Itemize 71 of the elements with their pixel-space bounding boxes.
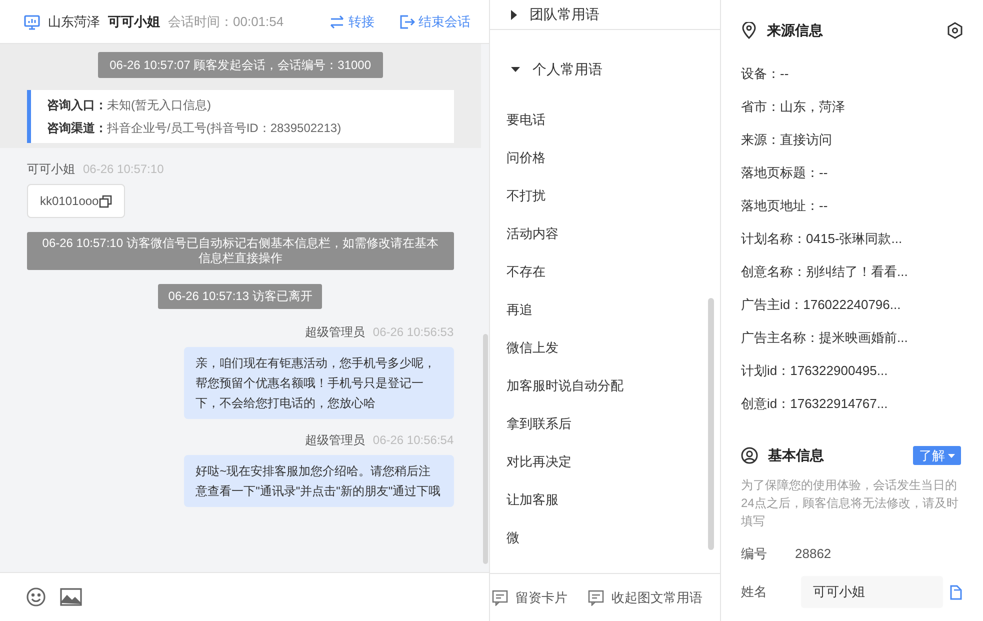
section-title: 来源信息 xyxy=(767,21,824,40)
message-time: 06-26 10:56:54 xyxy=(372,432,454,449)
copy-icon[interactable] xyxy=(98,194,112,208)
location-text: 山东菏泽 xyxy=(48,12,100,31)
message-time: 06-26 10:57:10 xyxy=(83,161,164,178)
message-time: 06-26 10:56:53 xyxy=(372,324,454,341)
info-row-text: 省市：山东，菏泽 xyxy=(741,98,845,116)
system-notice: 06-26 10:57:07 顾客发起会话，会话编号：31000 xyxy=(98,52,384,78)
group-toggle[interactable]: 个人常用语 xyxy=(490,41,720,97)
sender-name: 超级管理员 xyxy=(304,324,365,341)
phrase-item[interactable]: 不存在 xyxy=(490,253,563,291)
system-notice: 06-26 10:57:10 访客微信号已自动标记右侧基本信息栏，如需修改请在基本信息栏直接操作 xyxy=(27,232,454,270)
field-value: 抖音企业号/员工号(抖音号ID：2839502213) xyxy=(107,120,342,137)
location-pin-icon xyxy=(741,22,757,39)
section-title: 基本信息 xyxy=(768,446,825,465)
field-label: 姓名 xyxy=(741,583,768,602)
info-row-text: 广告主名称：提米映画婚前... xyxy=(741,328,908,347)
info-row-text: 计划名称：0415-张琳同款... xyxy=(741,230,902,248)
group-label: 个人常用语 xyxy=(532,60,603,78)
phrase-item[interactable]: 对比再决定 xyxy=(490,443,589,481)
phrase-item[interactable]: 不打扰 xyxy=(490,177,563,215)
field-value: 未知(暂无入口信息) xyxy=(107,97,211,114)
phrase-item[interactable]: 让加客服 xyxy=(490,481,576,519)
caret-right-icon xyxy=(510,10,518,20)
exit-icon xyxy=(398,14,415,30)
system-notice: 06-26 10:57:13 访客已离开 xyxy=(158,284,322,309)
footer-button[interactable]: 收起图文常用语 xyxy=(588,588,703,608)
info-row-text: 计划id：176322900495... xyxy=(741,362,888,380)
info-row-text: 落地页标题：-- xyxy=(741,164,828,182)
field-label: 编号 xyxy=(741,545,768,564)
info-row-text: 创意名称：别纠结了！看看... xyxy=(741,262,908,281)
group-toggle[interactable]: 团队常用语 xyxy=(490,0,720,30)
caret-down-icon xyxy=(510,65,521,73)
footer-button[interactable]: 留资卡片 xyxy=(492,588,568,608)
phrase-item[interactable]: 微 xyxy=(490,519,537,557)
field-label: 咨询入口： xyxy=(47,97,107,114)
message-bubble: 好哒~现在安排客服加您介绍哈。请您稍后注意查看一下"通讯录"并点击"新的朋友"通过下哦 xyxy=(184,455,454,507)
scrollbar[interactable] xyxy=(482,334,488,564)
emoji-icon[interactable] xyxy=(26,587,46,607)
input-field[interactable]: 可可小姐 xyxy=(801,576,943,608)
visitor-name: 可可小姐 xyxy=(108,12,160,31)
info-row-text: 创意id：176322914767... xyxy=(741,394,888,413)
settings-icon[interactable] xyxy=(947,22,963,39)
sender-name: 可可小姐 xyxy=(27,161,75,178)
image-icon[interactable] xyxy=(60,588,82,606)
phrase-item[interactable]: 微信上发 xyxy=(490,329,576,367)
phrase-item[interactable]: 活动内容 xyxy=(490,215,576,253)
phrase-item[interactable]: 加客服时说自动分配 xyxy=(490,367,641,405)
session-time: 会话时间：00:01:54 xyxy=(168,12,284,31)
sender-name: 超级管理员 xyxy=(304,432,365,449)
field-label: 咨询渠道： xyxy=(47,120,107,137)
phrase-item[interactable]: 拿到联系后 xyxy=(490,405,589,443)
notice-text: 为了保障您的使用体验，会话发生当日的24点之后，顾客信息将无法修改，请及时填写 xyxy=(741,477,960,530)
info-row-text: 落地页地址：-- xyxy=(741,196,828,215)
message-icon xyxy=(492,590,508,606)
swap-icon xyxy=(328,14,345,30)
message-bubble: 亲，咱们现在有钜惠活动，您手机号多少呢，帮您预留个优惠名额哦！手机号只是登记一下，不会给您打电话的，您放心哈 xyxy=(184,347,454,419)
message-icon xyxy=(588,590,604,606)
phrase-item[interactable]: 再追 xyxy=(490,291,550,329)
info-row-text: 来源：直接访问 xyxy=(741,130,832,149)
user-icon xyxy=(741,447,758,464)
scrollbar[interactable] xyxy=(708,298,714,550)
phrase-item[interactable]: 问价格 xyxy=(490,139,563,177)
info-row-text: 设备：-- xyxy=(741,64,789,83)
message-text: kk0101ooo xyxy=(40,193,99,210)
caret-down-icon xyxy=(948,454,955,458)
monitor-icon xyxy=(24,14,40,30)
field-value: 28862 xyxy=(795,545,832,564)
info-row-text: 广告主id：176022240796... xyxy=(741,296,901,314)
group-label: 团队常用语 xyxy=(530,5,600,24)
phrase-item[interactable]: 要电话 xyxy=(490,101,563,139)
